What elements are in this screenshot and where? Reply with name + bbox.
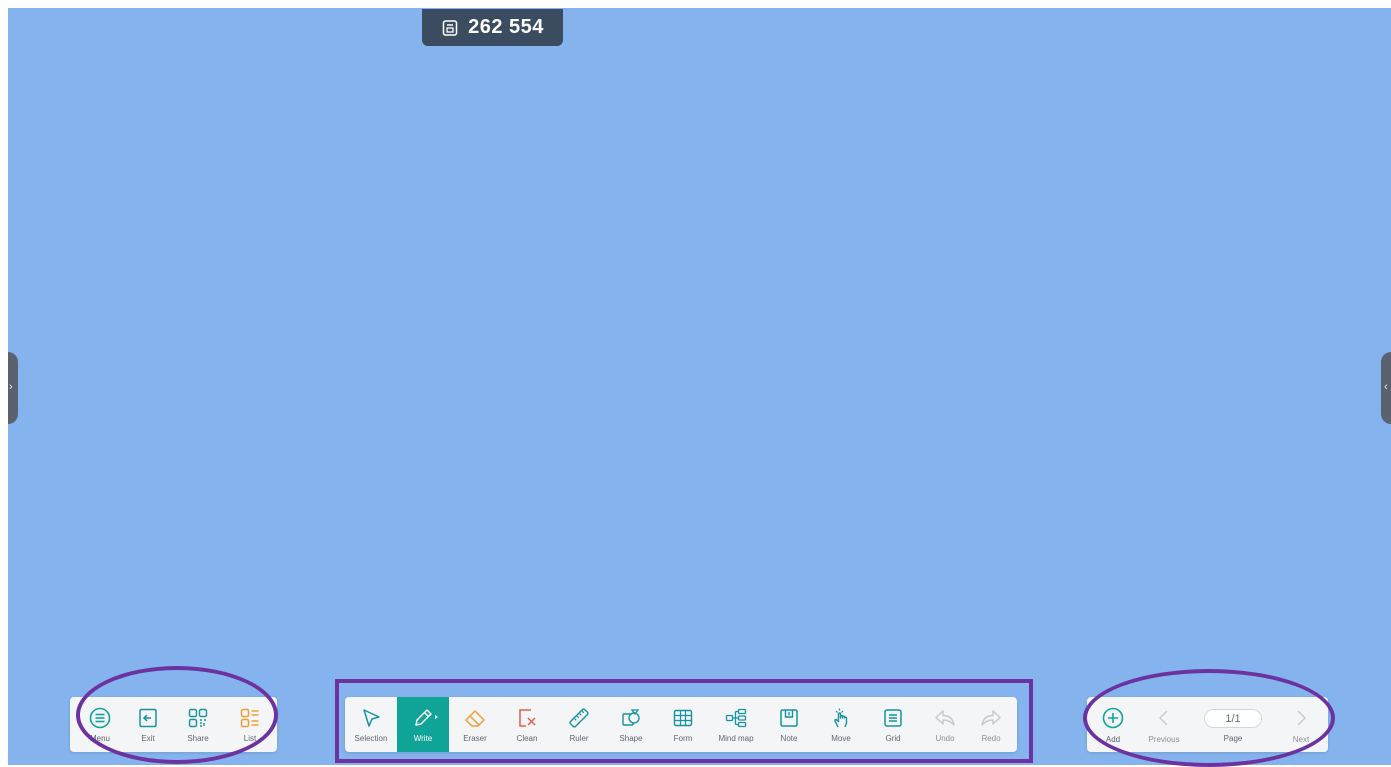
annotation-ellipse-right <box>1083 669 1335 767</box>
annotation-ellipse-left <box>76 666 278 764</box>
card-icon <box>442 19 458 36</box>
counter-badge: 262 554 <box>422 9 563 46</box>
right-drawer-handle[interactable]: ‹ <box>1381 352 1391 424</box>
right-handle-glyph: ‹ <box>1384 381 1388 393</box>
left-handle-glyph: › <box>9 381 13 393</box>
left-drawer-handle[interactable]: › <box>8 352 18 424</box>
annotation-rectangle-toolbar <box>335 679 1033 763</box>
counter-value: 262 554 <box>468 16 544 38</box>
whiteboard-canvas[interactable] <box>8 8 1391 765</box>
